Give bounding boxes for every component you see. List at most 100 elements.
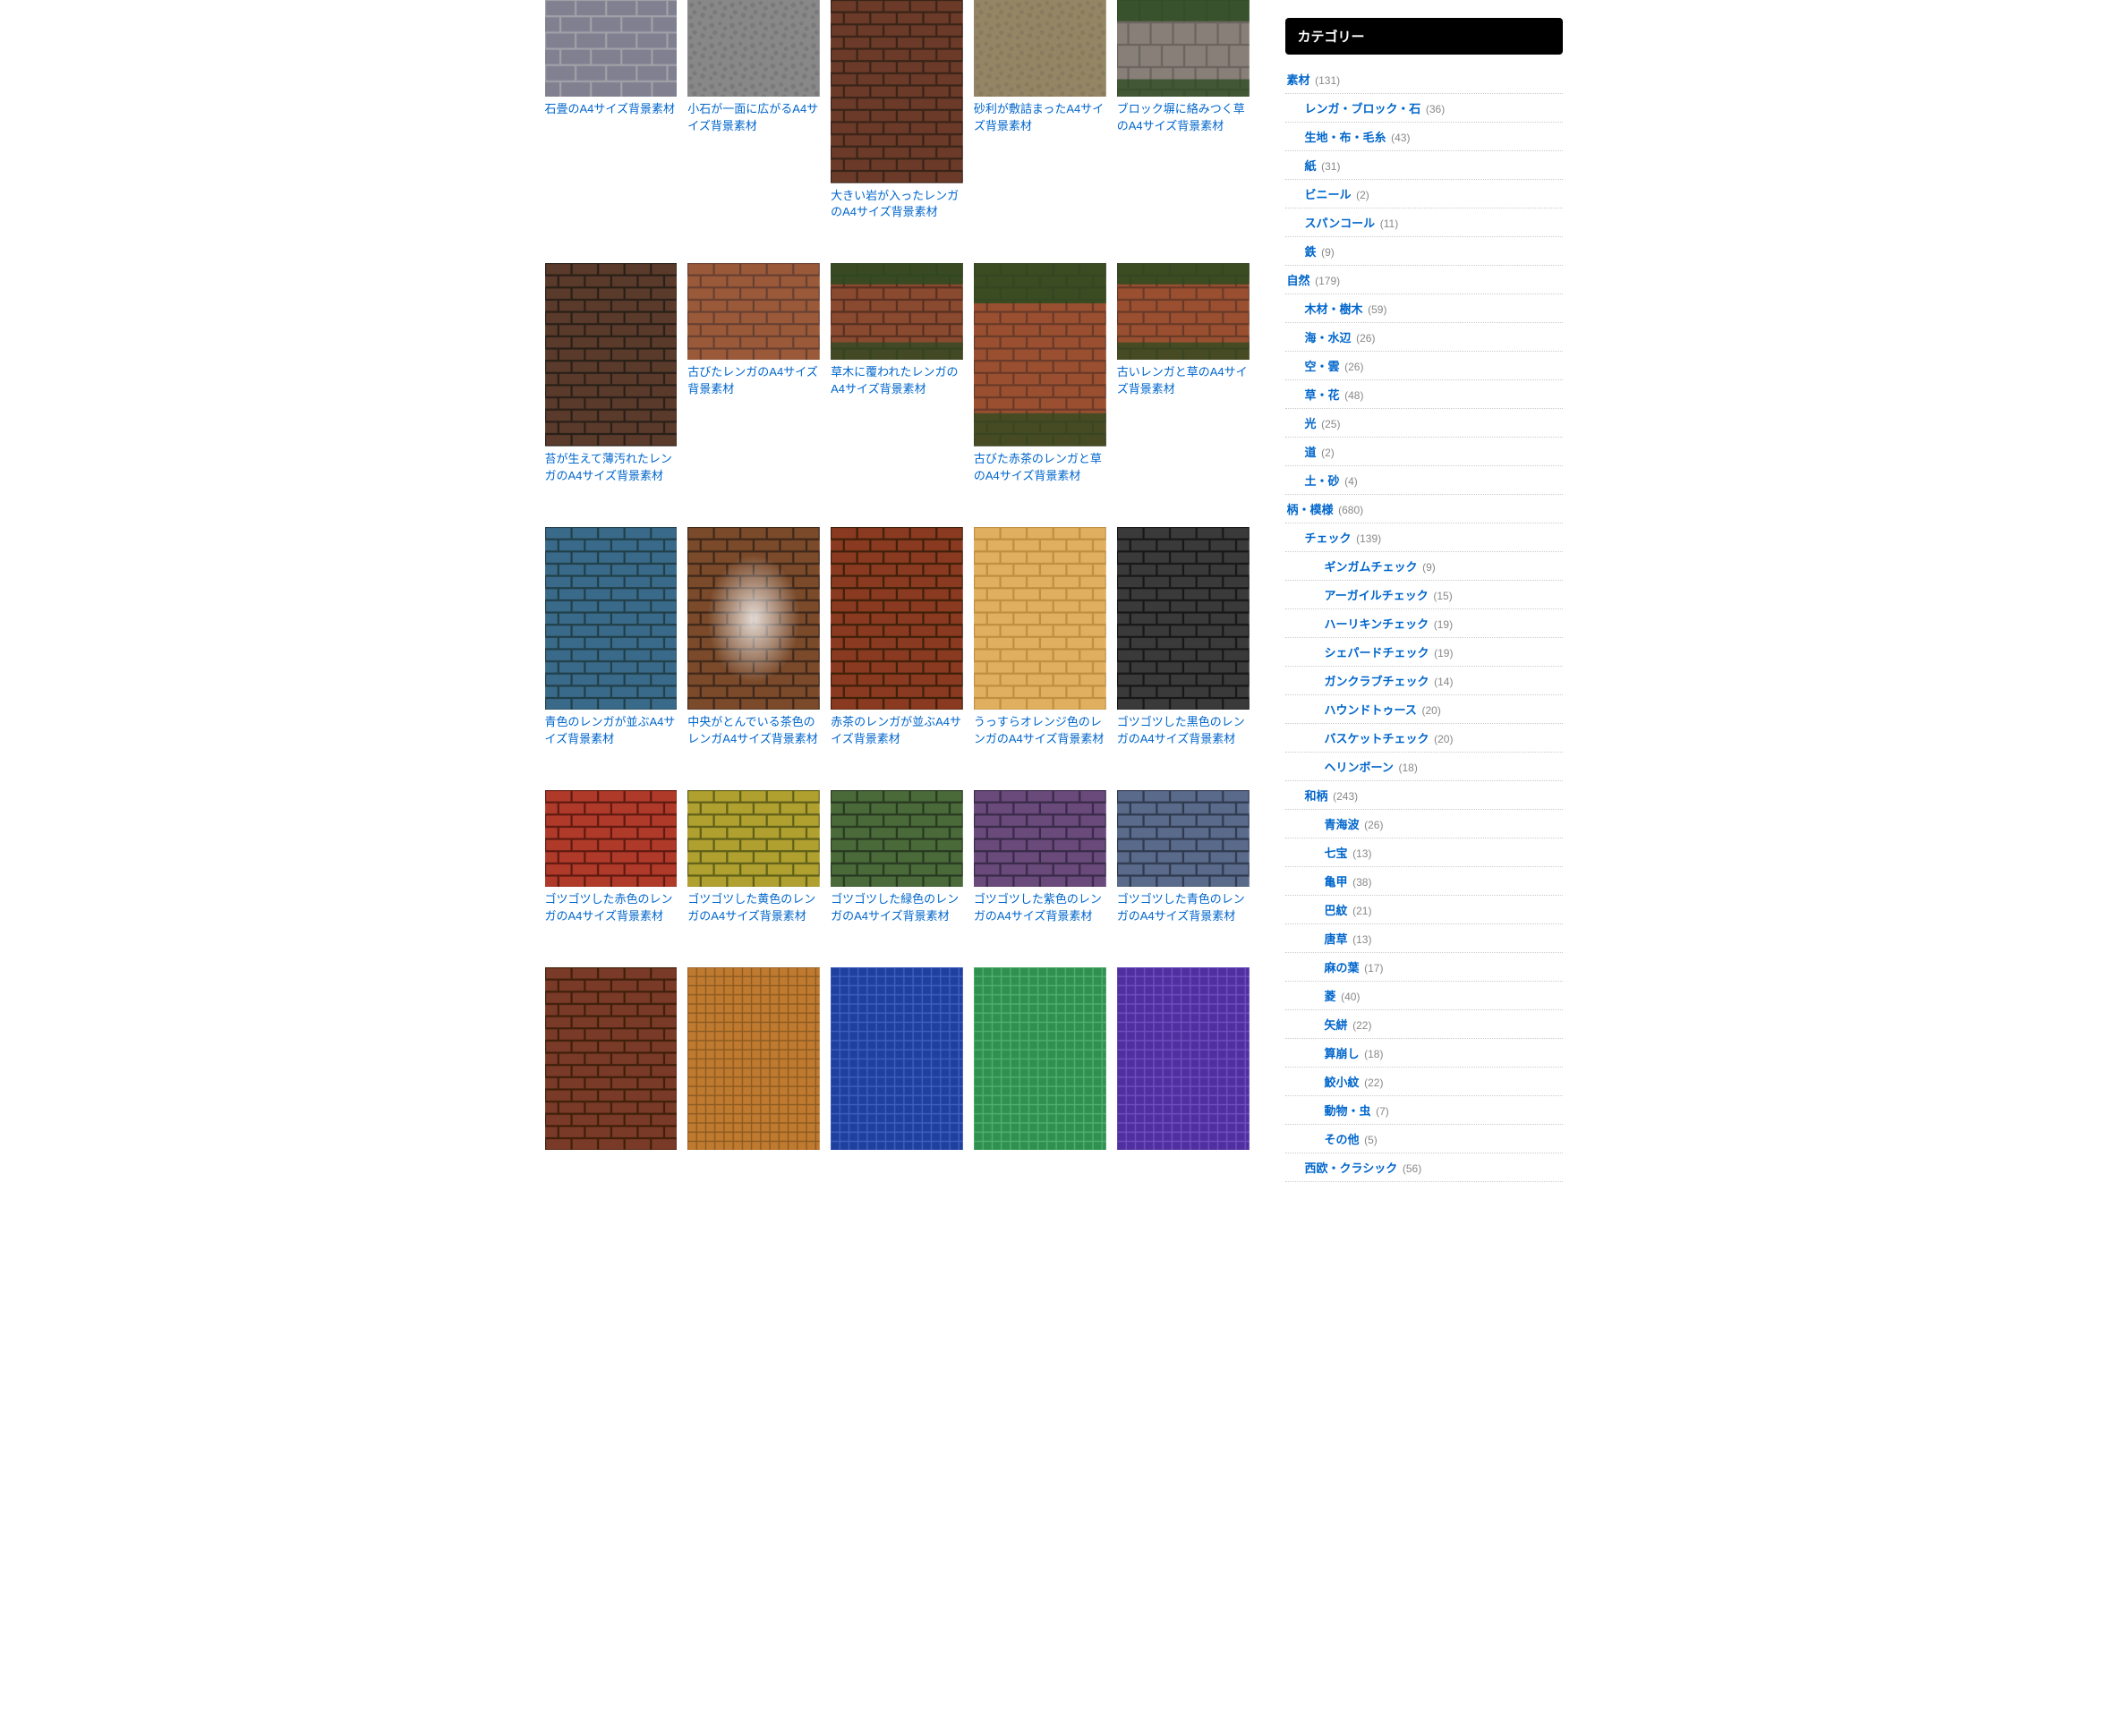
category-link[interactable]: 生地・布・毛糸 [1305, 131, 1386, 144]
category-item: 亀甲 (38) [1285, 867, 1563, 896]
category-link[interactable]: アーガイルチェック [1325, 589, 1429, 602]
category-item: 光 (25) [1285, 409, 1563, 438]
category-link[interactable]: ギンガムチェック [1325, 560, 1418, 574]
thumbnail-link[interactable] [1117, 790, 1250, 887]
category-link[interactable]: 素材 [1287, 73, 1310, 87]
category-link[interactable]: 海・水辺 [1305, 331, 1352, 345]
thumbnail-link[interactable] [974, 263, 1106, 447]
category-link[interactable]: 鉄 [1305, 245, 1317, 259]
thumbnail-title[interactable]: 中央がとんでいる茶色のレンガA4サイズ背景素材 [687, 714, 820, 748]
sidebar: カテゴリー 素材 (131) レンガ・ブロック・石 (36) 生地・布・毛糸 (… [1285, 0, 1563, 1182]
category-link[interactable]: シェパードチェック [1325, 646, 1429, 660]
thumbnail-item: ゴツゴツした青色のレンガのA4サイズ背景素材 [1117, 790, 1250, 925]
thumbnail-title[interactable]: 青色のレンガが並ぶA4サイズ背景素材 [545, 714, 678, 748]
category-count: (18) [1398, 762, 1417, 774]
category-link[interactable]: 空・雲 [1305, 360, 1340, 373]
thumbnail-link[interactable] [1117, 0, 1250, 97]
thumbnail-link[interactable] [687, 790, 820, 887]
category-link[interactable]: スパンコール [1305, 217, 1376, 230]
thumbnail-title[interactable]: ゴツゴツした黄色のレンガのA4サイズ背景素材 [687, 891, 820, 925]
category-item: 道 (2) [1285, 438, 1563, 466]
thumbnail-link[interactable] [545, 0, 678, 97]
category-link[interactable]: 紙 [1305, 159, 1317, 173]
category-link[interactable]: 唐草 [1325, 932, 1348, 946]
thumbnail-link[interactable] [974, 967, 1106, 1151]
thumbnail-link[interactable] [545, 967, 678, 1151]
category-link[interactable]: 鮫小紋 [1325, 1076, 1360, 1089]
thumbnail-link[interactable] [831, 263, 963, 360]
category-link[interactable]: 和柄 [1305, 789, 1328, 803]
thumbnail-title[interactable]: 古びた赤茶のレンガと草のA4サイズ背景素材 [974, 451, 1106, 485]
thumbnail-title[interactable]: 古びたレンガのA4サイズ背景素材 [687, 364, 820, 398]
category-link[interactable]: 麻の葉 [1325, 961, 1360, 974]
thumbnail-link[interactable] [974, 0, 1106, 97]
thumbnail-title[interactable]: ゴツゴツした黒色のレンガのA4サイズ背景素材 [1117, 714, 1250, 748]
thumbnail-title[interactable]: ゴツゴツした緑色のレンガのA4サイズ背景素材 [831, 891, 963, 925]
thumbnail-link[interactable] [687, 967, 820, 1151]
thumbnail-link[interactable] [831, 967, 963, 1151]
thumbnail-link[interactable] [545, 790, 678, 887]
thumbnail-item: 中央がとんでいる茶色のレンガA4サイズ背景素材 [687, 527, 820, 748]
category-item: レンガ・ブロック・石 (36) [1285, 94, 1563, 123]
thumbnail-title[interactable]: 古いレンガと草のA4サイズ背景素材 [1117, 364, 1250, 398]
thumbnail-link[interactable] [831, 0, 963, 183]
category-link[interactable]: 土・砂 [1305, 474, 1340, 488]
thumbnail-title[interactable]: 小石が一面に広がるA4サイズ背景素材 [687, 101, 820, 135]
thumbnail-link[interactable] [687, 0, 820, 97]
category-count: (59) [1368, 303, 1386, 316]
thumbnail-link[interactable] [687, 263, 820, 360]
thumbnail-link[interactable] [1117, 967, 1250, 1151]
category-link[interactable]: 青海波 [1325, 818, 1360, 831]
category-link[interactable]: ハーリキンチェック [1325, 617, 1429, 631]
thumbnail-link[interactable] [1117, 527, 1250, 711]
category-link[interactable]: 道 [1305, 446, 1317, 459]
thumbnail-item: 砂利が敷詰まったA4サイズ背景素材 [974, 0, 1106, 221]
thumbnail-title[interactable]: 苔が生えて薄汚れたレンガのA4サイズ背景素材 [545, 451, 678, 485]
category-link[interactable]: ハウンドトゥース [1325, 703, 1417, 717]
thumbnail-title[interactable]: ゴツゴツした紫色のレンガのA4サイズ背景素材 [974, 891, 1106, 925]
thumbnail-link[interactable] [831, 790, 963, 887]
thumbnail-title[interactable]: ゴツゴツした赤色のレンガのA4サイズ背景素材 [545, 891, 678, 925]
thumbnail-title[interactable]: 草木に覆われたレンガのA4サイズ背景素材 [831, 364, 963, 398]
category-link[interactable]: 木材・樹木 [1305, 302, 1363, 316]
thumbnail-title[interactable]: 砂利が敷詰まったA4サイズ背景素材 [974, 101, 1106, 135]
category-link[interactable]: 自然 [1287, 274, 1310, 287]
category-link[interactable]: チェック [1305, 532, 1352, 545]
category-count: (26) [1364, 819, 1383, 831]
thumbnail-link[interactable] [545, 527, 678, 711]
category-link[interactable]: 草・花 [1305, 388, 1340, 402]
thumbnail-title[interactable]: ゴツゴツした青色のレンガのA4サイズ背景素材 [1117, 891, 1250, 925]
thumbnail-title[interactable]: うっすらオレンジ色のレンガのA4サイズ背景素材 [974, 714, 1106, 748]
category-link[interactable]: 算崩し [1325, 1047, 1360, 1060]
category-link[interactable]: 巴紋 [1325, 904, 1348, 917]
category-link[interactable]: 柄・模様 [1287, 503, 1334, 516]
category-item: チェック (139) [1285, 523, 1563, 552]
category-link[interactable]: レンガ・ブロック・石 [1305, 102, 1421, 115]
thumbnail-link[interactable] [831, 527, 963, 711]
thumbnail-link[interactable] [974, 790, 1106, 887]
thumbnail-link[interactable] [687, 527, 820, 711]
thumbnail-link[interactable] [974, 527, 1106, 711]
category-link[interactable]: ヘリンボーン [1325, 761, 1394, 774]
thumbnail-title[interactable]: 赤茶のレンガが並ぶA4サイズ背景素材 [831, 714, 963, 748]
category-link[interactable]: その他 [1325, 1133, 1360, 1146]
category-link[interactable]: バスケットチェック [1325, 732, 1429, 745]
thumbnail-link[interactable] [545, 263, 678, 447]
thumbnail-item: ゴツゴツした黒色のレンガのA4サイズ背景素材 [1117, 527, 1250, 748]
category-link[interactable]: 西欧・クラシック [1305, 1162, 1398, 1175]
category-link[interactable]: 七宝 [1325, 847, 1348, 860]
thumbnail-item: ゴツゴツした赤色のレンガのA4サイズ背景素材 [545, 790, 678, 925]
category-link[interactable]: ビニール [1305, 188, 1352, 201]
thumbnail-title[interactable]: ブロック塀に絡みつく草のA4サイズ背景素材 [1117, 101, 1250, 135]
thumbnail-title[interactable]: 大きい岩が入ったレンガのA4サイズ背景素材 [831, 188, 963, 222]
thumbnail-title[interactable]: 石畳のA4サイズ背景素材 [545, 101, 678, 118]
category-link[interactable]: ガンクラブチェック [1325, 675, 1429, 688]
thumbnail-item: 苔が生えて薄汚れたレンガのA4サイズ背景素材 [545, 263, 678, 484]
category-link[interactable]: 矢絣 [1325, 1018, 1348, 1032]
category-link[interactable]: 動物・虫 [1325, 1104, 1371, 1118]
category-link[interactable]: 亀甲 [1325, 875, 1348, 889]
thumbnail-link[interactable] [1117, 263, 1250, 360]
category-link[interactable]: 菱 [1325, 990, 1336, 1003]
category-item: ギンガムチェック (9) [1285, 552, 1563, 581]
category-link[interactable]: 光 [1305, 417, 1317, 430]
